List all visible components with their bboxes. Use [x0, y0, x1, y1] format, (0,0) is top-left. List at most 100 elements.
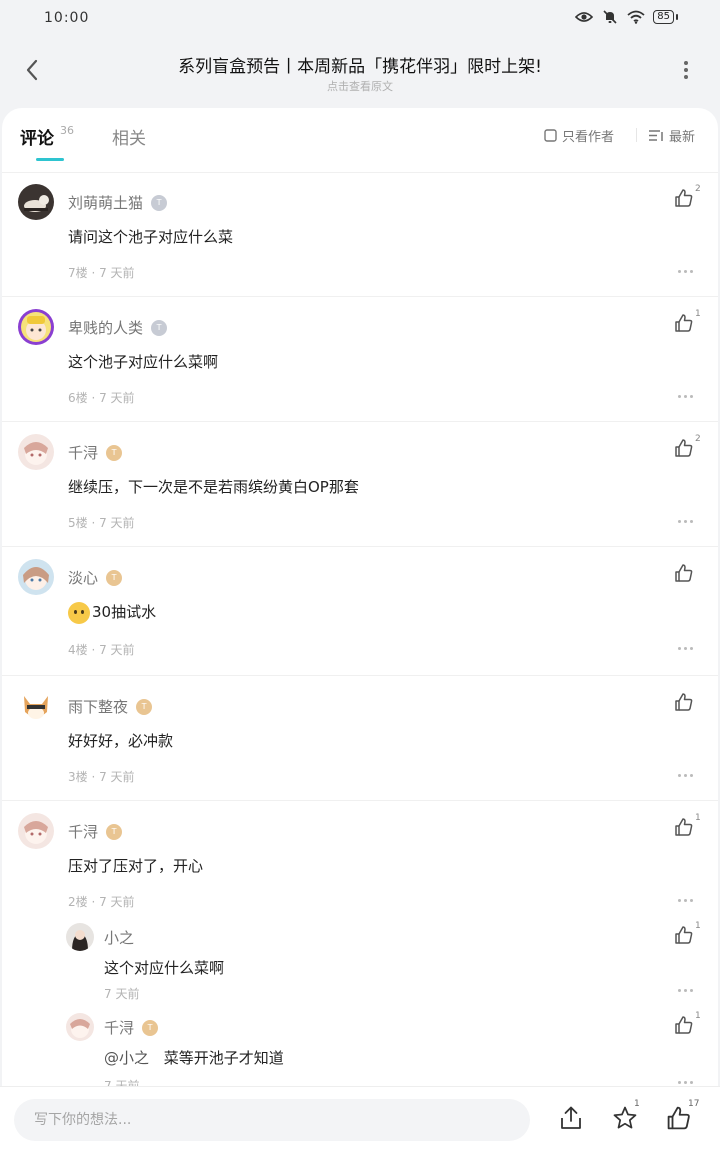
- tab-comments[interactable]: 评论 36: [20, 124, 74, 149]
- like-button[interactable]: [674, 563, 700, 589]
- comment-text[interactable]: 这个池子对应什么菜啊: [68, 351, 218, 372]
- comment-text[interactable]: 压对了压对了，开心: [68, 855, 203, 876]
- thumb-up-icon: [675, 439, 693, 457]
- smile-emoji-icon: [68, 601, 90, 624]
- comment-more-button[interactable]: [678, 645, 696, 651]
- status-time: 10:00: [44, 10, 90, 26]
- reply-author-name: 千浔: [104, 1019, 135, 1037]
- avatar[interactable]: [18, 688, 54, 724]
- reply-like-button[interactable]: 1: [674, 1011, 701, 1041]
- like-button[interactable]: [674, 692, 700, 718]
- comment-item: 刘萌萌土猫 T 请问这个池子对应什么菜 7楼 · 7 天前 2: [2, 172, 718, 297]
- comment-more-button[interactable]: [678, 268, 696, 274]
- comment-author[interactable]: 淡心 T: [68, 567, 123, 588]
- level-badge-icon: T: [106, 569, 123, 586]
- reply-text-content: 菜等开池子才知道: [163, 1049, 284, 1067]
- reply-text[interactable]: @小之 菜等开池子才知道: [104, 1047, 284, 1068]
- level-badge-icon: T: [142, 1019, 159, 1036]
- comment-meta: 4楼 · 7 天前: [68, 643, 135, 657]
- tab-bar: 评论 36 相关 只看作者 最新: [2, 108, 718, 173]
- page-title[interactable]: 系列盲盒预告丨本周新品「携花伴羽」限时上架!: [100, 52, 620, 77]
- reply-author[interactable]: 小之: [104, 927, 134, 948]
- reply-author[interactable]: 千浔 T: [104, 1017, 159, 1038]
- vertical-dots-icon: [684, 61, 688, 79]
- sort-filter[interactable]: 最新: [648, 126, 695, 145]
- author-only-filter[interactable]: 只看作者: [544, 126, 614, 145]
- comment-more-button[interactable]: [678, 897, 696, 903]
- like-count: 1: [695, 1011, 701, 1021]
- comment-text[interactable]: 好好好，必冲款: [68, 730, 173, 751]
- reply-more-button[interactable]: [678, 987, 696, 993]
- like-button[interactable]: 1: [674, 309, 701, 339]
- thumb-up-icon: [675, 564, 693, 582]
- avatar[interactable]: [18, 434, 54, 470]
- comment-text[interactable]: 继续压，下一次是不是若雨缤纷黄白OP那套: [68, 476, 359, 497]
- level-badge-icon: T: [151, 319, 168, 336]
- comment-input[interactable]: [14, 1099, 530, 1141]
- active-tab-indicator: [36, 158, 64, 161]
- checkbox-icon: [544, 129, 557, 142]
- comment-author[interactable]: 雨下整夜 T: [68, 696, 153, 717]
- sort-label: 最新: [669, 130, 696, 145]
- like-count: 1: [695, 921, 701, 931]
- like-count: 2: [695, 434, 701, 444]
- comment-meta: 2楼 · 7 天前: [68, 895, 135, 909]
- view-original-link[interactable]: 点击查看原文: [100, 78, 620, 94]
- avatar[interactable]: [18, 559, 54, 595]
- author-name: 千浔: [68, 444, 99, 462]
- battery-indicator: 85: [653, 10, 678, 24]
- comment-author[interactable]: 刘萌萌土猫 T: [68, 192, 168, 213]
- comment-author[interactable]: 千浔 T: [68, 442, 123, 463]
- comment-more-button[interactable]: [678, 518, 696, 524]
- reply-text[interactable]: 这个对应什么菜啊: [104, 957, 224, 978]
- reply-avatar[interactable]: [66, 923, 94, 951]
- reply-author-name: 小之: [104, 929, 135, 947]
- share-button[interactable]: [556, 1103, 586, 1133]
- thumb-up-icon: [675, 926, 693, 944]
- level-badge-icon: T: [106, 823, 123, 840]
- like-button[interactable]: 2: [674, 184, 701, 214]
- like-count: 1: [695, 813, 701, 823]
- comment-item: 千浔 T 继续压，下一次是不是若雨缤纷黄白OP那套 5楼 · 7 天前 2: [2, 422, 718, 547]
- comment-author[interactable]: 卑贱的人类 T: [68, 317, 168, 338]
- comment-meta: 3楼 · 7 天前: [68, 770, 135, 784]
- comment-item: 雨下整夜 T 好好好，必冲款 3楼 · 7 天前: [2, 676, 718, 801]
- comment-more-button[interactable]: [678, 393, 696, 399]
- reply-more-button[interactable]: [678, 1079, 696, 1085]
- thumb-up-icon: [675, 818, 693, 836]
- eye-icon: [575, 8, 594, 26]
- post-like-button[interactable]: 17: [664, 1099, 699, 1133]
- comment-meta: 5楼 · 7 天前: [68, 516, 135, 530]
- wifi-icon: [627, 8, 645, 26]
- comment-text-content: 30抽试水: [92, 603, 157, 621]
- favorite-button[interactable]: 1: [610, 1099, 640, 1133]
- more-options-button[interactable]: [674, 58, 698, 82]
- like-button[interactable]: 2: [674, 434, 701, 464]
- top-bar: 系列盲盒预告丨本周新品「携花伴羽」限时上架! 点击查看原文: [0, 36, 720, 108]
- back-button[interactable]: [18, 56, 46, 84]
- thumb-up-icon: [675, 189, 693, 207]
- comments-card: 评论 36 相关 只看作者 最新 刘萌萌土猫 T 请问这个池子对应什么菜 7楼 · …: [2, 108, 718, 1152]
- author-name: 千浔: [68, 823, 99, 841]
- comment-more-button[interactable]: [678, 772, 696, 778]
- reply-avatar[interactable]: [66, 1013, 94, 1041]
- comment-list: 刘萌萌土猫 T 请问这个池子对应什么菜 7楼 · 7 天前 2 卑贱的人类 T 这个…: [2, 172, 718, 1093]
- reply-meta: 7 天前: [104, 987, 140, 1001]
- avatar[interactable]: [18, 184, 54, 220]
- tab-related[interactable]: 相关: [112, 124, 146, 149]
- like-count: 2: [695, 184, 701, 194]
- reply-mention[interactable]: @小之: [104, 1049, 149, 1067]
- reply-like-button[interactable]: 1: [674, 921, 701, 951]
- avatar[interactable]: [18, 813, 54, 849]
- avatar[interactable]: [18, 309, 54, 345]
- like-button[interactable]: 1: [674, 813, 701, 843]
- post-like-count: 17: [688, 1099, 700, 1109]
- comment-text[interactable]: 请问这个池子对应什么菜: [68, 226, 233, 247]
- comment-item: 卑贱的人类 T 这个池子对应什么菜啊 6楼 · 7 天前 1: [2, 297, 718, 422]
- author-only-label: 只看作者: [562, 130, 615, 145]
- author-name: 刘萌萌土猫: [68, 194, 144, 212]
- comment-text[interactable]: 30抽试水: [68, 601, 156, 624]
- sort-icon: [649, 130, 663, 141]
- mute-bell-icon: [601, 8, 619, 26]
- comment-author[interactable]: 千浔 T: [68, 821, 123, 842]
